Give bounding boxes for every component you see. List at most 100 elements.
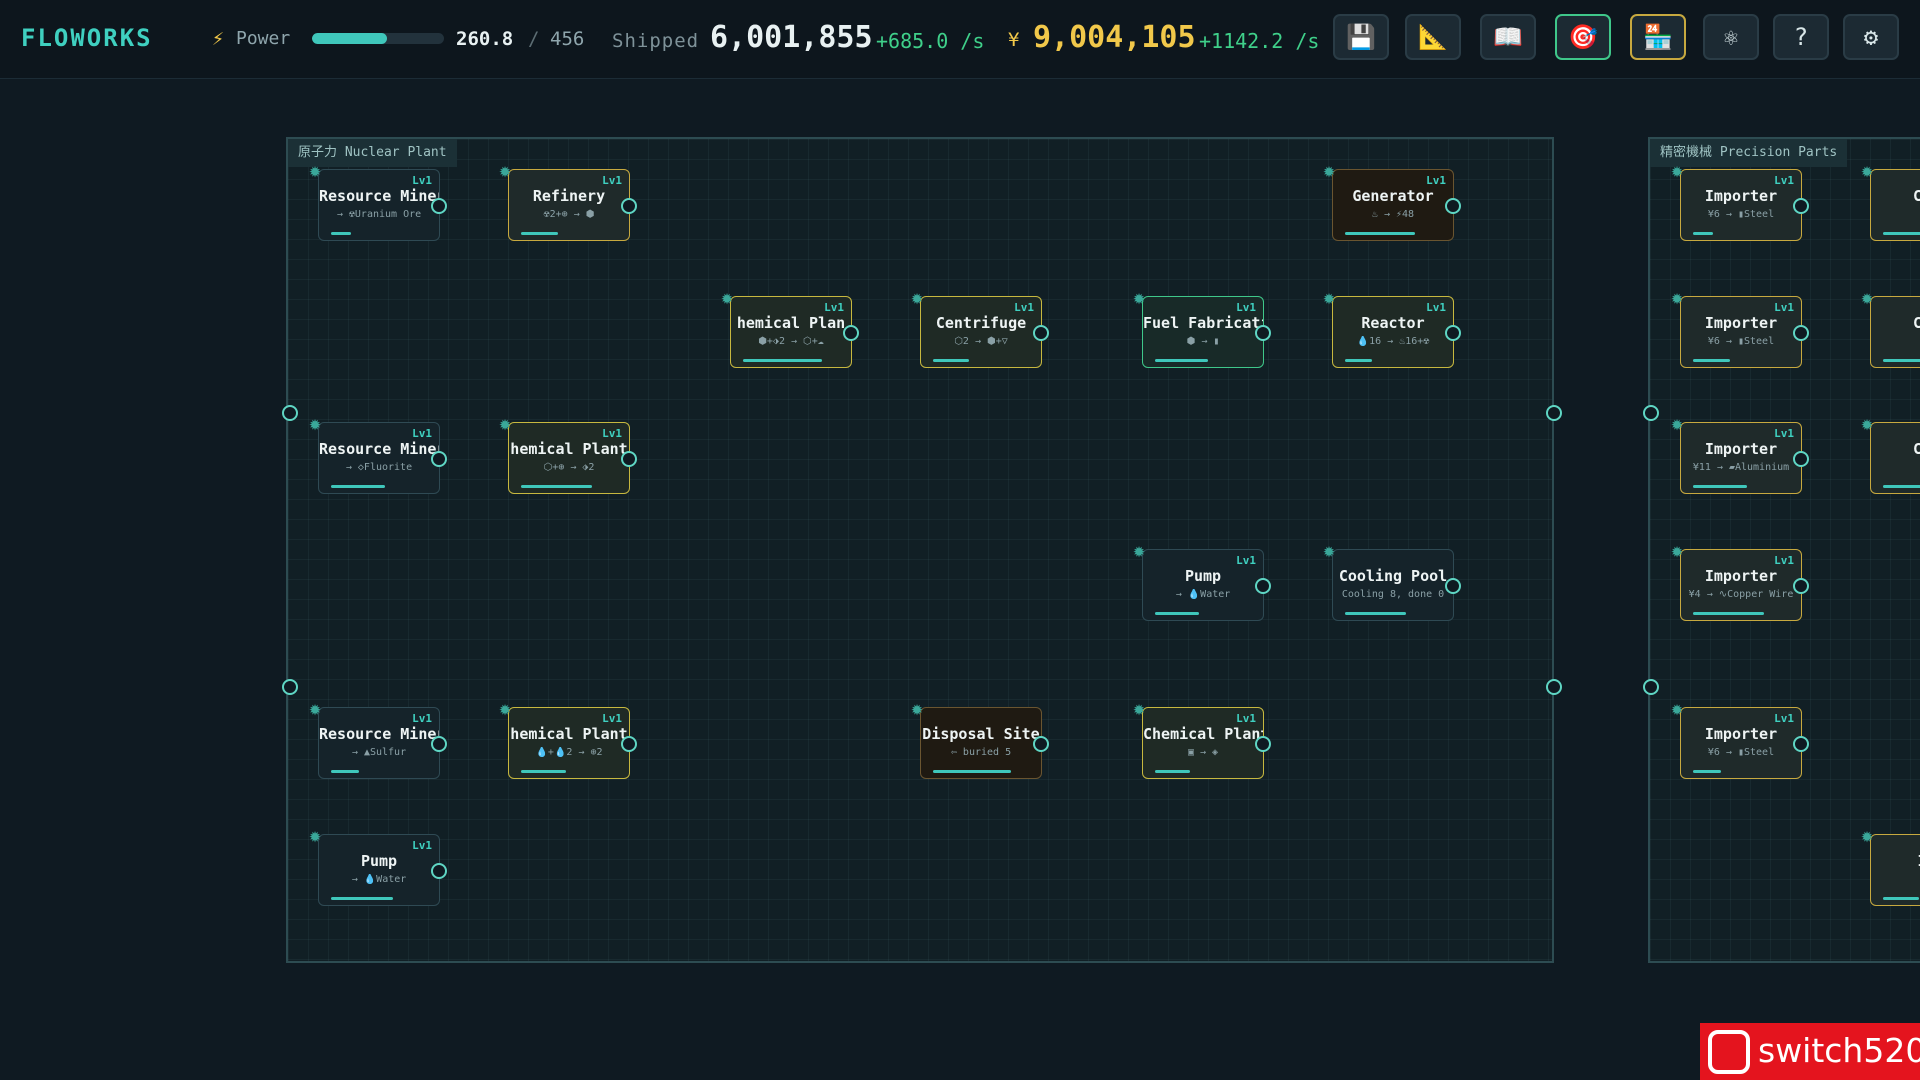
factory-canvas[interactable]: 原子力 Nuclear Plant 精密機械 Precision Parts ✹… <box>0 79 1920 1080</box>
node-rm2[interactable]: ✹ Lv1 Resource Miner → ◇Fluorite <box>309 413 447 494</box>
node-progress-bar <box>1693 232 1713 235</box>
node-cp2[interactable]: ✹ Lv1 hemical Plant 💧+💧2 → ⊕2 <box>499 698 637 779</box>
node-cp1[interactable]: ✹ Lv1 hemical Plant ⬡+⊕ → ⬗2 <box>499 413 637 494</box>
node-im4[interactable]: ✹ Lv1 Importer ¥4 → ∿Copper Wire <box>1671 540 1809 621</box>
blueprint-button[interactable]: 📐 <box>1405 14 1461 60</box>
money-value: 9,004,105 <box>1033 20 1196 55</box>
node-output-port[interactable] <box>843 325 859 341</box>
gear-icon[interactable]: ✹ <box>1133 540 1145 560</box>
gear-icon[interactable]: ✹ <box>309 825 321 845</box>
node-cen[interactable]: ✹ Lv1 Centrifuge ⬡2 → ⬢+▽ <box>911 287 1049 368</box>
node-pool[interactable]: ✹ Cooling Pool Cooling 8, done 0 <box>1323 540 1461 621</box>
node-output-port[interactable] <box>1033 736 1049 752</box>
node-gen[interactable]: ✹ Lv1 Generator ♨ → ⚡48 <box>1323 160 1461 241</box>
node-output-port[interactable] <box>1445 198 1461 214</box>
gear-icon[interactable]: ✹ <box>1861 413 1873 433</box>
gear-icon[interactable]: ✹ <box>1671 540 1683 560</box>
node-recipe: → ▲Sulfur <box>351 747 407 758</box>
node-imp6[interactable]: ✹ Imp ¥7 <box>1861 825 1920 906</box>
panel-port-right-bottom[interactable] <box>1546 679 1562 695</box>
node-reac[interactable]: ✹ Lv1 Reactor 💧16 → ♨16+☢ <box>1323 287 1461 368</box>
node-cp4[interactable]: ✹ Lv1 Chemical Plant ▣ → ◈ <box>1133 698 1271 779</box>
gear-icon[interactable]: ✹ <box>499 160 511 180</box>
node-output-port[interactable] <box>431 451 447 467</box>
node-output-port[interactable] <box>1033 325 1049 341</box>
panel-port-left-top[interactable] <box>282 405 298 421</box>
gear-icon[interactable]: ✹ <box>1671 160 1683 180</box>
node-output-port[interactable] <box>431 863 447 879</box>
node-cons1[interactable]: ✹ Cons <box>1861 160 1920 241</box>
node-output-port[interactable] <box>1445 578 1461 594</box>
node-output-port[interactable] <box>1793 736 1809 752</box>
node-level: Lv1 <box>1774 554 1794 567</box>
node-cp3[interactable]: ✹ Lv1 hemical Plan ⬢+⬗2 → ⬡+☁ <box>721 287 859 368</box>
node-recipe: → ◇Fluorite <box>345 462 413 473</box>
node-rm1[interactable]: ✹ Lv1 Resource Miner → ☢Uranium Ore <box>309 160 447 241</box>
gear-icon[interactable]: ✹ <box>1133 287 1145 307</box>
node-output-port[interactable] <box>1793 325 1809 341</box>
node-name: Cooling Pool <box>1338 567 1448 585</box>
node-output-port[interactable] <box>1255 736 1271 752</box>
node-progress-bar <box>743 359 822 362</box>
panel-port-left-bottom[interactable] <box>282 679 298 695</box>
gear-icon[interactable]: ✹ <box>499 698 511 718</box>
node-output-port[interactable] <box>1255 578 1271 594</box>
gear-icon[interactable]: ✹ <box>1671 413 1683 433</box>
settings-button[interactable]: ⚙ <box>1843 14 1899 60</box>
node-recipe: ⬡+⊕ → ⬗2 <box>543 462 595 473</box>
node-output-port[interactable] <box>621 198 637 214</box>
node-ref[interactable]: ✹ Lv1 Refinery ☢2+⊕ → ⬢ <box>499 160 637 241</box>
node-output-port[interactable] <box>431 736 447 752</box>
gear-icon[interactable]: ✹ <box>309 413 321 433</box>
gear-icon[interactable]: ✹ <box>1671 287 1683 307</box>
node-rm3[interactable]: ✹ Lv1 Resource Miner → ▲Sulfur <box>309 698 447 779</box>
app-logo: FLOWORKS <box>21 24 153 52</box>
node-cons3[interactable]: ✹ Cons <box>1861 413 1920 494</box>
panel-port-precision-bottom[interactable] <box>1643 679 1659 695</box>
gear-icon[interactable]: ✹ <box>1861 825 1873 845</box>
gear-icon[interactable]: ✹ <box>1323 160 1335 180</box>
node-fuel[interactable]: ✹ Lv1Fuel Fabrication ⬢ → ▮ <box>1133 287 1271 368</box>
node-output-port[interactable] <box>621 736 637 752</box>
save-button[interactable]: 💾 <box>1333 14 1389 60</box>
node-output-port[interactable] <box>621 451 637 467</box>
node-progress-bar <box>1883 897 1919 900</box>
gear-icon[interactable]: ✹ <box>1671 698 1683 718</box>
node-pump1[interactable]: ✹ Lv1 Pump → 💧Water <box>309 825 447 906</box>
gear-icon[interactable]: ✹ <box>1861 287 1873 307</box>
node-im5[interactable]: ✹ Lv1 Importer ¥6 → ▮Steel <box>1671 698 1809 779</box>
gear-icon[interactable]: ✹ <box>309 160 321 180</box>
gear-icon[interactable]: ✹ <box>1323 287 1335 307</box>
node-output-port[interactable] <box>1445 325 1461 341</box>
gear-icon[interactable]: ✹ <box>1861 160 1873 180</box>
gear-icon[interactable]: ✹ <box>911 698 923 718</box>
panel-port-precision-top[interactable] <box>1643 405 1659 421</box>
gear-icon[interactable]: ✹ <box>1133 698 1145 718</box>
shipped-rate: +685.0 /s <box>876 29 985 53</box>
node-progress-bar <box>1345 232 1415 235</box>
node-cons2[interactable]: ✹ Cons <box>1861 287 1920 368</box>
node-output-port[interactable] <box>1793 198 1809 214</box>
node-name: Resource Miner <box>319 440 439 458</box>
gear-icon[interactable]: ✹ <box>1323 540 1335 560</box>
node-im3[interactable]: ✹ Lv1 Importer ¥11 → ▰Aluminium <box>1671 413 1809 494</box>
node-im1[interactable]: ✹ Lv1 Importer ¥6 → ▮Steel <box>1671 160 1809 241</box>
node-output-port[interactable] <box>1793 578 1809 594</box>
help-button[interactable]: ? <box>1773 14 1829 60</box>
node-im2[interactable]: ✹ Lv1 Importer ¥6 → ▮Steel <box>1671 287 1809 368</box>
node-name: Imp <box>1871 852 1920 870</box>
gear-icon[interactable]: ✹ <box>499 413 511 433</box>
node-pump2[interactable]: ✹ Lv1 Pump → 💧Water <box>1133 540 1271 621</box>
node-output-port[interactable] <box>1255 325 1271 341</box>
gear-icon[interactable]: ✹ <box>911 287 923 307</box>
shop-button[interactable]: 🏪 <box>1630 14 1686 60</box>
node-output-port[interactable] <box>1793 451 1809 467</box>
panel-port-right-top[interactable] <box>1546 405 1562 421</box>
atom-button[interactable]: ⚛ <box>1703 14 1759 60</box>
gear-icon[interactable]: ✹ <box>721 287 733 307</box>
gear-icon[interactable]: ✹ <box>309 698 321 718</box>
target-button[interactable]: 🎯 <box>1555 14 1611 60</box>
node-output-port[interactable] <box>431 198 447 214</box>
node-disp[interactable]: ✹ Disposal Site ⇦ buried 5 <box>911 698 1049 779</box>
book-button[interactable]: 📖 <box>1480 14 1536 60</box>
